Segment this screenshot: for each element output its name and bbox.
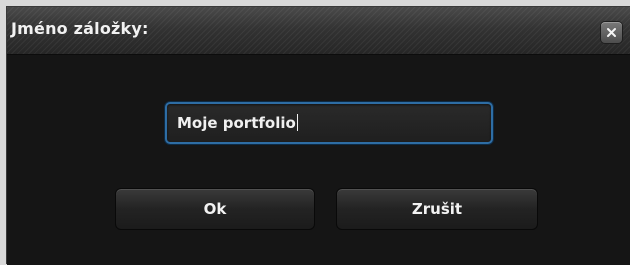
- ok-button-label: Ok: [203, 200, 227, 218]
- bookmark-name-dialog: Jméno záložky: Moje portfolio Ok Zrušit: [6, 6, 630, 265]
- close-button[interactable]: [601, 22, 622, 43]
- ok-button[interactable]: Ok: [115, 188, 315, 230]
- dialog-title: Jméno záložky:: [11, 19, 149, 38]
- dialog-titlebar[interactable]: Jméno záložky:: [7, 7, 630, 55]
- close-icon: [606, 27, 617, 38]
- cancel-button[interactable]: Zrušit: [336, 188, 538, 230]
- bookmark-name-value: Moje portfolio: [177, 114, 296, 132]
- dialog-body: Moje portfolio Ok Zrušit: [7, 55, 630, 265]
- bookmark-name-input[interactable]: Moje portfolio: [165, 102, 493, 144]
- text-caret: [296, 114, 298, 131]
- cancel-button-label: Zrušit: [411, 200, 463, 218]
